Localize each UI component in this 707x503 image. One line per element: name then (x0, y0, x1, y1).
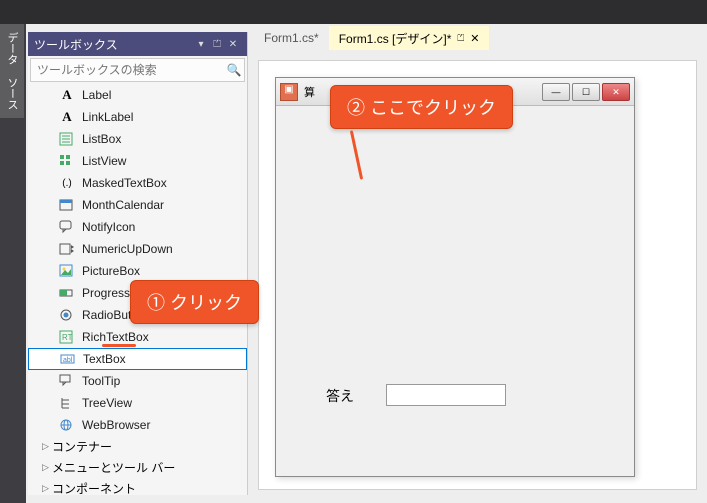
form-icon: ▣ (280, 83, 298, 101)
toolbox-item-tooltip[interactable]: ToolTip (28, 370, 247, 392)
cal-icon (58, 197, 76, 213)
svg-text:abl: abl (63, 357, 73, 364)
close-icon[interactable]: ✕ (225, 39, 241, 50)
toolbox-title: ツールボックス (34, 36, 193, 53)
toolbox-item-monthcalendar[interactable]: MonthCalendar (28, 194, 247, 216)
pic-icon (58, 263, 76, 279)
toolbox-item-richtextbox[interactable]: RTRichTextBox (28, 326, 247, 348)
toolbox-group[interactable]: ▷メニューとツール バー (28, 457, 247, 478)
toolbox-item-picturebox[interactable]: PictureBox (28, 260, 247, 282)
web-icon (58, 417, 76, 433)
menu-bar (0, 0, 707, 24)
pin-icon[interactable]: ⏍ (209, 39, 225, 50)
chat-icon (58, 219, 76, 235)
toolbox-item-label[interactable]: ALabel (28, 84, 247, 106)
maximize-button[interactable]: ☐ (572, 83, 600, 101)
toolbox-item-textbox[interactable]: ablTextBox (28, 348, 247, 370)
A-icon: A (58, 109, 76, 125)
answer-textbox[interactable] (386, 384, 506, 406)
callout-1-line (102, 344, 136, 347)
toolbox-item-maskedtextbox[interactable]: (.)MaskedTextBox (28, 172, 247, 194)
radio-icon (58, 307, 76, 323)
rtf-icon: RT (58, 329, 76, 345)
grid-icon (58, 153, 76, 169)
stepper-icon (58, 241, 76, 257)
toolbox-search[interactable]: 🔍 (30, 58, 245, 82)
search-input[interactable] (31, 61, 224, 79)
tip-icon (58, 373, 76, 389)
chevron-right-icon: ▷ (42, 441, 52, 452)
toolbox-group-label: メニューとツール バー (52, 459, 175, 476)
tab[interactable]: Form1.cs [デザイン]* ⏍ ✕ (329, 26, 490, 50)
toolbox-panel: ツールボックス ▾ ⏍ ✕ 🔍 ALabelALinkLabelListBoxL… (28, 32, 248, 495)
textbox-icon: abl (59, 351, 77, 367)
toolbox-item-treeview[interactable]: TreeView (28, 392, 247, 414)
toolbox-item-listbox[interactable]: ListBox (28, 128, 247, 150)
chevron-right-icon: ▷ (42, 462, 52, 473)
side-tab-label[interactable]: データ ソース (0, 24, 24, 118)
search-icon[interactable]: 🔍 (224, 63, 244, 77)
form-window[interactable]: ▣ 算 — ☐ ✕ 答え (275, 77, 635, 477)
A-icon: A (58, 87, 76, 103)
svg-text:RT: RT (62, 333, 73, 342)
answer-label: 答え (326, 386, 354, 406)
tab-label: Form1.cs* (264, 31, 319, 45)
close-button[interactable]: ✕ (602, 83, 630, 101)
tab[interactable]: Form1.cs* (254, 26, 329, 50)
pin-icon[interactable]: ⏍ (457, 33, 464, 44)
mask-icon: (.) (58, 175, 76, 191)
list-icon (58, 131, 76, 147)
form-body[interactable]: 答え (276, 106, 634, 476)
toolbox-item-numericupdown[interactable]: NumericUpDown (28, 238, 247, 260)
chevron-right-icon: ▷ (42, 483, 52, 494)
tree-icon (58, 395, 76, 411)
toolbox-item-listview[interactable]: ListView (28, 150, 247, 172)
bar-icon (58, 285, 76, 301)
toolbox-group[interactable]: ▷コンポーネント (28, 478, 247, 495)
toolbox-group-label: コンテナー (52, 438, 112, 455)
close-icon[interactable]: ✕ (470, 32, 479, 45)
callout-2: ② ここでクリック (330, 85, 513, 129)
minimize-button[interactable]: — (542, 83, 570, 101)
toolbox-header: ツールボックス ▾ ⏍ ✕ (28, 32, 247, 56)
toolbox-group-label: コンポーネント (52, 480, 136, 495)
toolbox-group[interactable]: ▷コンテナー (28, 436, 247, 457)
toolbox-item-linklabel[interactable]: ALinkLabel (28, 106, 247, 128)
dropdown-icon[interactable]: ▾ (193, 39, 209, 50)
toolbox-item-notifyicon[interactable]: NotifyIcon (28, 216, 247, 238)
callout-1: ① クリック (130, 280, 259, 324)
toolbox-item-webbrowser[interactable]: WebBrowser (28, 414, 247, 436)
side-tab-datasources[interactable]: データ ソース (0, 24, 26, 503)
tab-label: Form1.cs [デザイン]* (339, 30, 452, 47)
tabs-bar: Form1.cs* Form1.cs [デザイン]* ⏍ ✕ (248, 24, 707, 50)
